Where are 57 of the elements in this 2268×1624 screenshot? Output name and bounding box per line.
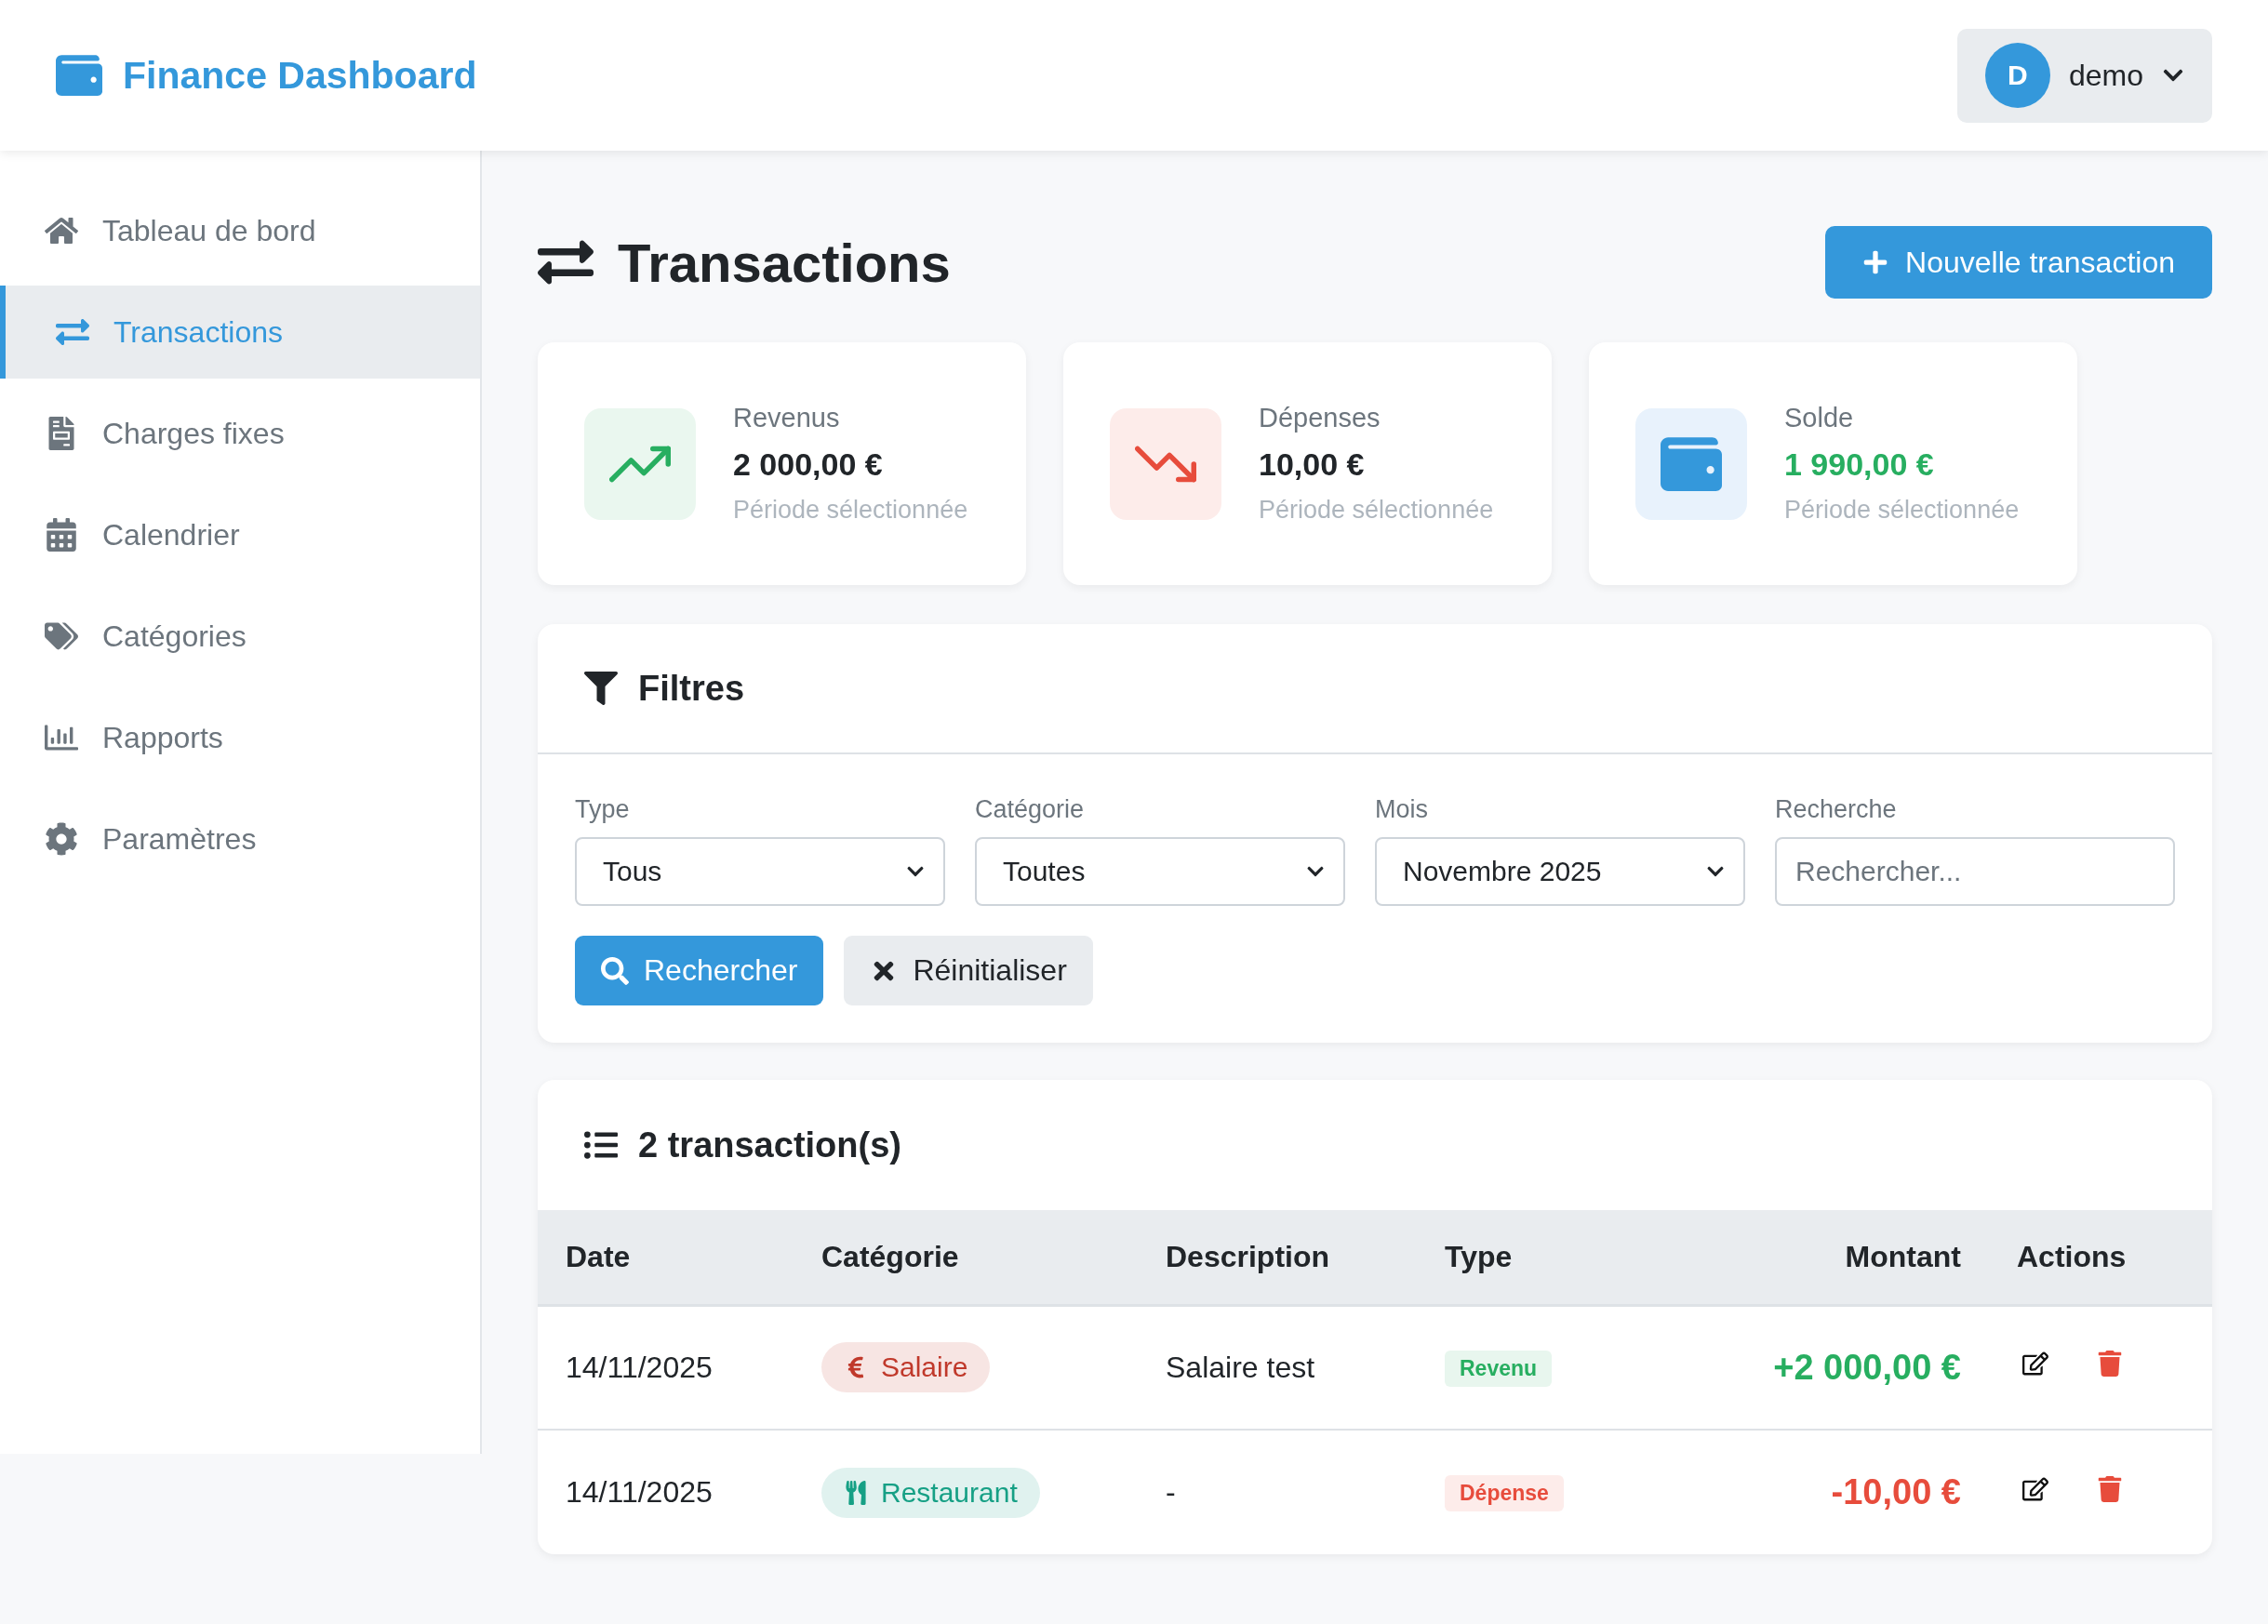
search-field[interactable]: Rechercher...: [1775, 837, 2175, 906]
brand-title: Finance Dashboard: [123, 53, 477, 98]
date-cell: 14/11/2025: [538, 1430, 794, 1554]
sidebar-item[interactable]: Catégories: [0, 590, 480, 683]
amount-text: -10,00 €: [1831, 1472, 1961, 1511]
stat-note: Période sélectionnée: [1784, 496, 2020, 525]
calendar-icon: [45, 518, 78, 552]
column-header: Date: [538, 1210, 794, 1305]
sidebar-item[interactable]: Charges fixes: [0, 387, 480, 480]
card-title: Filtres: [638, 668, 745, 709]
select-field[interactable]: Tous: [575, 837, 945, 906]
stat-value: 2 000,00 €: [733, 446, 884, 483]
sidebar-item[interactable]: Rapports: [0, 691, 480, 784]
search-icon: [601, 956, 629, 985]
settings-icon: [45, 822, 78, 856]
list-icon: [584, 1128, 618, 1162]
stat-note: Période sélectionnée: [1259, 496, 1494, 525]
select-field[interactable]: Toutes: [975, 837, 1345, 906]
field-label: Recherche: [1775, 795, 1898, 824]
user-menu-button[interactable]: D demo: [1956, 28, 2212, 123]
sidebar-item[interactable]: Tableau de bord: [0, 184, 480, 277]
column-header: Description: [1138, 1210, 1417, 1305]
page-title: Transactions: [538, 231, 951, 294]
description-cell: -: [1138, 1430, 1417, 1554]
column-header: Catégorie: [794, 1210, 1138, 1305]
stat-value: 10,00 €: [1259, 446, 1366, 483]
utensils-icon: [844, 1480, 868, 1505]
field-label: Mois: [1375, 795, 1429, 824]
reset-button[interactable]: Réinitialiser: [844, 936, 1093, 1005]
field-label: Catégorie: [975, 795, 1086, 824]
plus-icon: [1862, 249, 1889, 275]
category-tag: Salaire: [821, 1342, 991, 1393]
field-label: Type: [575, 795, 631, 824]
type-badge: Dépense: [1445, 1475, 1564, 1511]
wallet-icon: [56, 52, 102, 99]
filter-icon: [584, 672, 618, 705]
sidebar-item[interactable]: Transactions: [0, 286, 480, 379]
avatar: D: [1984, 43, 2050, 108]
date-cell: 14/11/2025: [538, 1305, 794, 1430]
card-title: 2 transaction(s): [638, 1125, 901, 1165]
stat-label: Solde: [1784, 403, 1855, 433]
description-cell: Salaire test: [1138, 1305, 1417, 1430]
select-field[interactable]: Novembre 2025: [1375, 837, 1745, 906]
stat-label: Dépenses: [1259, 403, 1381, 433]
type-badge: Revenu: [1445, 1350, 1553, 1387]
sidebar-item[interactable]: Paramètres: [0, 792, 480, 885]
amount-text: +2 000,00 €: [1773, 1347, 1961, 1387]
new-transaction-button[interactable]: Nouvelle transaction: [1825, 226, 2212, 299]
search-button[interactable]: Rechercher: [575, 936, 824, 1005]
category-tag: Restaurant: [821, 1467, 1040, 1518]
sidebar-item[interactable]: Calendrier: [0, 488, 480, 581]
column-header: Actions: [1989, 1210, 2212, 1305]
stat-label: Revenus: [733, 403, 841, 433]
column-header: Type: [1417, 1210, 1696, 1305]
stat-note: Période sélectionnée: [733, 496, 968, 525]
stat-value: 1 990,00 €: [1784, 446, 1935, 483]
column-header: Montant: [1696, 1210, 1989, 1305]
